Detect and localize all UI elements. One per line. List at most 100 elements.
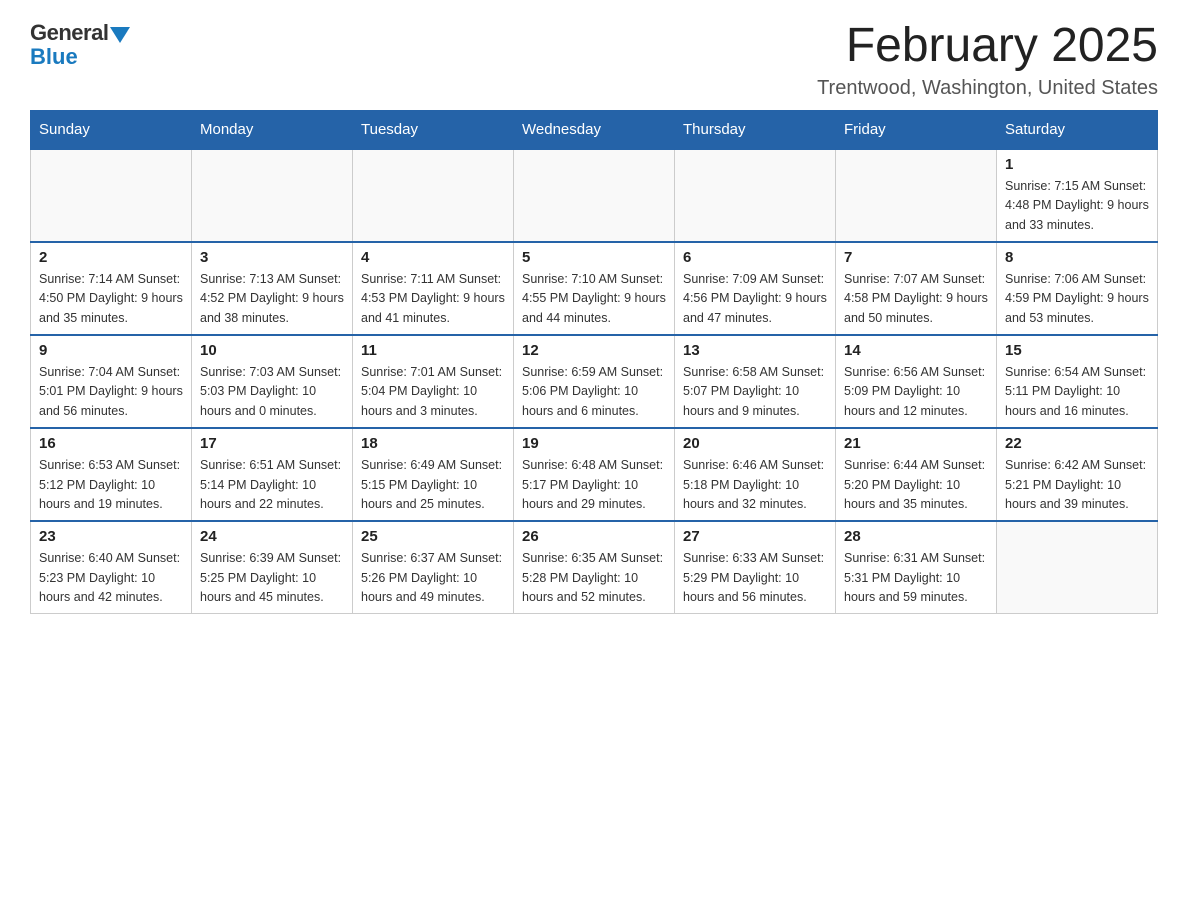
logo-arrow-icon <box>110 27 130 43</box>
day-info: Sunrise: 7:09 AM Sunset: 4:56 PM Dayligh… <box>683 270 827 328</box>
calendar-cell: 2 Sunrise: 7:14 AM Sunset: 4:50 PM Daylig… <box>31 242 192 335</box>
location-title: Trentwood, Washington, United States <box>817 77 1158 100</box>
day-info: Sunrise: 7:04 AM Sunset: 5:01 PM Dayligh… <box>39 363 183 421</box>
day-number: 23 <box>39 528 183 545</box>
calendar-week-row: 1Sunrise: 7:15 AM Sunset: 4:48 PM Daylig… <box>31 149 1158 242</box>
calendar-cell <box>836 149 997 242</box>
calendar-cell: 15 Sunrise: 6:54 AM Sunset: 5:11 PM Dayli… <box>997 335 1158 428</box>
day-number: 13 <box>683 342 827 359</box>
day-number: 14 <box>844 342 988 359</box>
day-number: 10 <box>200 342 344 359</box>
weekday-header-tuesday: Tuesday <box>353 110 514 149</box>
calendar-cell: 9 Sunrise: 7:04 AM Sunset: 5:01 PM Daylig… <box>31 335 192 428</box>
day-number: 19 <box>522 435 666 452</box>
day-number: 4 <box>361 249 505 266</box>
day-number: 26 <box>522 528 666 545</box>
calendar-cell: 16Sunrise: 6:53 AM Sunset: 5:12 PM Dayli… <box>31 428 192 521</box>
calendar-week-row: 9 Sunrise: 7:04 AM Sunset: 5:01 PM Daylig… <box>31 335 1158 428</box>
day-info: Sunrise: 7:15 AM Sunset: 4:48 PM Dayligh… <box>1005 177 1149 235</box>
day-info: Sunrise: 6:48 AM Sunset: 5:17 PM Dayligh… <box>522 456 666 514</box>
day-number: 27 <box>683 528 827 545</box>
logo-general-text: General <box>30 20 108 46</box>
calendar-cell: 19 Sunrise: 6:48 AM Sunset: 5:17 PM Dayli… <box>514 428 675 521</box>
day-info: Sunrise: 7:13 AM Sunset: 4:52 PM Dayligh… <box>200 270 344 328</box>
day-number: 22 <box>1005 435 1149 452</box>
calendar-cell <box>353 149 514 242</box>
day-number: 24 <box>200 528 344 545</box>
day-number: 18 <box>361 435 505 452</box>
day-number: 6 <box>683 249 827 266</box>
calendar-cell: 3 Sunrise: 7:13 AM Sunset: 4:52 PM Daylig… <box>192 242 353 335</box>
month-title: February 2025 <box>817 20 1158 73</box>
calendar-cell <box>514 149 675 242</box>
calendar-cell: 24 Sunrise: 6:39 AM Sunset: 5:25 PM Dayli… <box>192 521 353 614</box>
calendar-week-row: 23 Sunrise: 6:40 AM Sunset: 5:23 PM Dayli… <box>31 521 1158 614</box>
weekday-header-sunday: Sunday <box>31 110 192 149</box>
logo-blue-text: Blue <box>30 44 78 70</box>
day-info: Sunrise: 6:51 AM Sunset: 5:14 PM Dayligh… <box>200 456 344 514</box>
calendar-cell: 17Sunrise: 6:51 AM Sunset: 5:14 PM Dayli… <box>192 428 353 521</box>
calendar-cell: 21 Sunrise: 6:44 AM Sunset: 5:20 PM Dayli… <box>836 428 997 521</box>
calendar-cell: 6 Sunrise: 7:09 AM Sunset: 4:56 PM Daylig… <box>675 242 836 335</box>
calendar-cell <box>192 149 353 242</box>
day-number: 20 <box>683 435 827 452</box>
page-header: General Blue February 2025 Trentwood, Wa… <box>30 20 1158 100</box>
day-number: 25 <box>361 528 505 545</box>
day-info: Sunrise: 6:49 AM Sunset: 5:15 PM Dayligh… <box>361 456 505 514</box>
day-info: Sunrise: 6:56 AM Sunset: 5:09 PM Dayligh… <box>844 363 988 421</box>
calendar-cell: 13 Sunrise: 6:58 AM Sunset: 5:07 PM Dayli… <box>675 335 836 428</box>
calendar-cell: 20Sunrise: 6:46 AM Sunset: 5:18 PM Dayli… <box>675 428 836 521</box>
day-number: 21 <box>844 435 988 452</box>
calendar-cell: 11 Sunrise: 7:01 AM Sunset: 5:04 PM Dayli… <box>353 335 514 428</box>
day-info: Sunrise: 6:33 AM Sunset: 5:29 PM Dayligh… <box>683 549 827 607</box>
day-info: Sunrise: 6:54 AM Sunset: 5:11 PM Dayligh… <box>1005 363 1149 421</box>
calendar-table: SundayMondayTuesdayWednesdayThursdayFrid… <box>30 110 1158 615</box>
day-info: Sunrise: 7:11 AM Sunset: 4:53 PM Dayligh… <box>361 270 505 328</box>
day-number: 5 <box>522 249 666 266</box>
calendar-cell: 27 Sunrise: 6:33 AM Sunset: 5:29 PM Dayli… <box>675 521 836 614</box>
calendar-week-row: 2 Sunrise: 7:14 AM Sunset: 4:50 PM Daylig… <box>31 242 1158 335</box>
day-info: Sunrise: 6:59 AM Sunset: 5:06 PM Dayligh… <box>522 363 666 421</box>
day-info: Sunrise: 6:40 AM Sunset: 5:23 PM Dayligh… <box>39 549 183 607</box>
day-number: 3 <box>200 249 344 266</box>
day-info: Sunrise: 7:06 AM Sunset: 4:59 PM Dayligh… <box>1005 270 1149 328</box>
day-number: 12 <box>522 342 666 359</box>
day-info: Sunrise: 6:31 AM Sunset: 5:31 PM Dayligh… <box>844 549 988 607</box>
calendar-cell: 10Sunrise: 7:03 AM Sunset: 5:03 PM Dayli… <box>192 335 353 428</box>
weekday-header-thursday: Thursday <box>675 110 836 149</box>
day-info: Sunrise: 7:01 AM Sunset: 5:04 PM Dayligh… <box>361 363 505 421</box>
calendar-cell: 8 Sunrise: 7:06 AM Sunset: 4:59 PM Daylig… <box>997 242 1158 335</box>
day-info: Sunrise: 7:10 AM Sunset: 4:55 PM Dayligh… <box>522 270 666 328</box>
calendar-cell: 18 Sunrise: 6:49 AM Sunset: 5:15 PM Dayli… <box>353 428 514 521</box>
day-info: Sunrise: 6:37 AM Sunset: 5:26 PM Dayligh… <box>361 549 505 607</box>
day-info: Sunrise: 6:35 AM Sunset: 5:28 PM Dayligh… <box>522 549 666 607</box>
day-number: 11 <box>361 342 505 359</box>
calendar-cell: 1Sunrise: 7:15 AM Sunset: 4:48 PM Daylig… <box>997 149 1158 242</box>
day-info: Sunrise: 7:07 AM Sunset: 4:58 PM Dayligh… <box>844 270 988 328</box>
day-number: 7 <box>844 249 988 266</box>
day-number: 15 <box>1005 342 1149 359</box>
day-number: 28 <box>844 528 988 545</box>
day-info: Sunrise: 6:44 AM Sunset: 5:20 PM Dayligh… <box>844 456 988 514</box>
weekday-header-wednesday: Wednesday <box>514 110 675 149</box>
day-info: Sunrise: 6:58 AM Sunset: 5:07 PM Dayligh… <box>683 363 827 421</box>
day-info: Sunrise: 6:53 AM Sunset: 5:12 PM Dayligh… <box>39 456 183 514</box>
day-number: 2 <box>39 249 183 266</box>
weekday-header-row: SundayMondayTuesdayWednesdayThursdayFrid… <box>31 110 1158 149</box>
calendar-cell: 5 Sunrise: 7:10 AM Sunset: 4:55 PM Daylig… <box>514 242 675 335</box>
calendar-cell <box>997 521 1158 614</box>
logo: General Blue <box>30 20 130 70</box>
day-info: Sunrise: 6:42 AM Sunset: 5:21 PM Dayligh… <box>1005 456 1149 514</box>
day-info: Sunrise: 6:39 AM Sunset: 5:25 PM Dayligh… <box>200 549 344 607</box>
calendar-cell: 14 Sunrise: 6:56 AM Sunset: 5:09 PM Dayli… <box>836 335 997 428</box>
weekday-header-friday: Friday <box>836 110 997 149</box>
day-number: 8 <box>1005 249 1149 266</box>
day-number: 9 <box>39 342 183 359</box>
calendar-cell: 12 Sunrise: 6:59 AM Sunset: 5:06 PM Dayli… <box>514 335 675 428</box>
day-info: Sunrise: 7:14 AM Sunset: 4:50 PM Dayligh… <box>39 270 183 328</box>
calendar-cell: 23 Sunrise: 6:40 AM Sunset: 5:23 PM Dayli… <box>31 521 192 614</box>
title-area: February 2025 Trentwood, Washington, Uni… <box>817 20 1158 100</box>
calendar-cell <box>31 149 192 242</box>
weekday-header-saturday: Saturday <box>997 110 1158 149</box>
calendar-cell: 26 Sunrise: 6:35 AM Sunset: 5:28 PM Dayli… <box>514 521 675 614</box>
